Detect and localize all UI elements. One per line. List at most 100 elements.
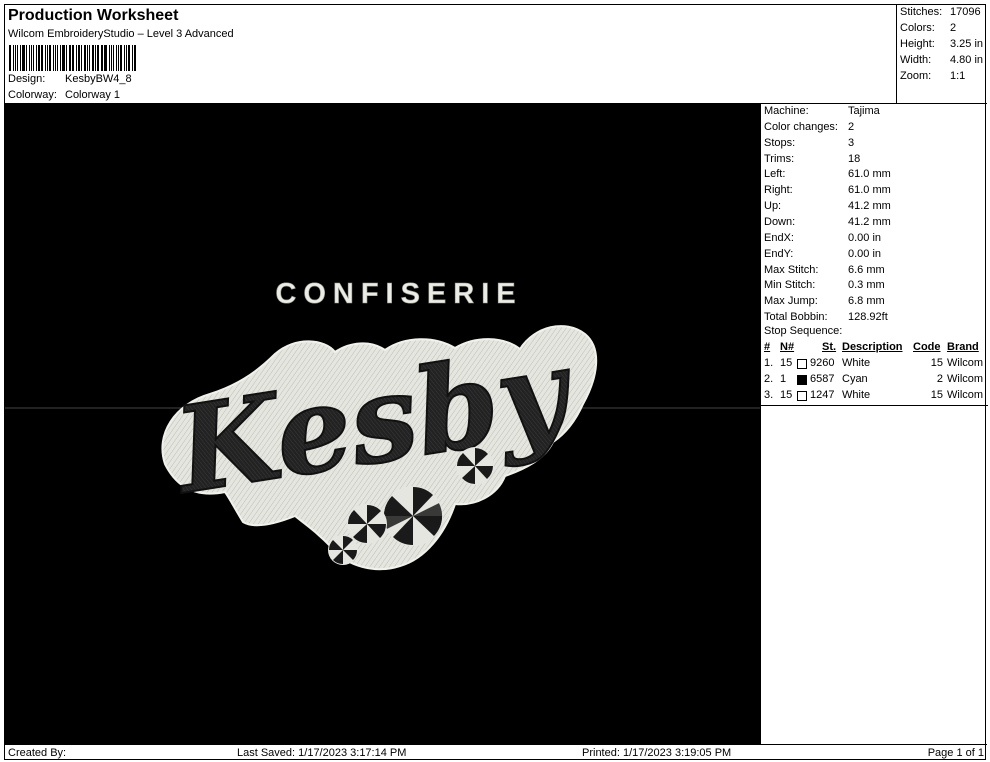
info-label: Max Jump: <box>764 295 818 308</box>
design-label: Design: <box>8 73 46 85</box>
info-value: 61.0 mm <box>848 184 891 197</box>
info-row: Max Stitch: 6.6 mm <box>764 264 885 276</box>
design-row: Design: KesbyBW4_8 <box>8 73 132 85</box>
barcode-bar <box>9 45 11 71</box>
info-row: Right: 61.0 mm <box>764 184 891 196</box>
col-header-st: St. <box>822 341 837 353</box>
info-label: Color changes: <box>764 120 838 133</box>
barcode-bar <box>108 45 110 71</box>
row-description: White <box>842 357 871 369</box>
stat-label: Zoom: <box>900 70 932 82</box>
info-row: Total Bobbin: 128.92ft <box>764 311 888 323</box>
row-needle: 15 <box>780 357 793 369</box>
barcode-bar <box>125 45 127 71</box>
info-label: Right: <box>764 184 793 197</box>
info-row: Color changes: 2 <box>764 121 854 133</box>
stop-sequence-row: 1. 15 9260 White 15 Wilcom <box>761 357 988 372</box>
last-saved: Last Saved: 1/17/2023 3:17:14 PM <box>237 747 407 759</box>
color-swatch <box>797 359 807 369</box>
info-row: EndX: 0.00 in <box>764 232 881 244</box>
side-panel: Machine: Tajima Color changes: 2 Stops: 3 Trim… <box>760 104 988 744</box>
design-canvas: CONFISERIE Kesby <box>5 104 760 744</box>
row-code: 2 <box>936 373 943 385</box>
stat-value: 1:1 <box>950 70 966 82</box>
info-label: Up: <box>764 200 782 213</box>
row-description: White <box>842 389 871 401</box>
barcode-bar <box>89 45 91 71</box>
info-value: 41.2 mm <box>848 200 891 213</box>
col-header-description: Description <box>842 341 903 353</box>
stop-sequence-title: Stop Sequence: <box>764 325 843 337</box>
barcode-bar <box>78 45 80 71</box>
barcode-bar <box>73 45 75 71</box>
barcode-bar <box>60 45 62 71</box>
created-by: Created By: <box>8 747 67 759</box>
barcode-bar <box>40 45 44 71</box>
barcode-bar <box>71 45 73 71</box>
info-label: Min Stitch: <box>764 279 816 292</box>
barcode-bar <box>132 45 134 71</box>
barcode-bar <box>94 45 96 71</box>
barcode-bar <box>22 45 25 71</box>
barcode-bar <box>38 45 40 71</box>
barcode-bar <box>36 45 37 71</box>
barcode-bar <box>25 45 27 71</box>
colorway-row: Colorway: Colorway 1 <box>8 89 120 101</box>
barcode-bar <box>28 45 30 71</box>
stat-stitches: Stitches: 17096 <box>900 6 981 18</box>
row-description: Cyan <box>842 373 868 385</box>
barcode-bar <box>76 45 78 71</box>
row-needle: 15 <box>780 389 793 401</box>
barcode-bar <box>123 45 125 71</box>
barcode-bar <box>49 45 51 71</box>
info-row: Stops: 3 <box>764 137 854 149</box>
barcode-bar <box>30 45 33 71</box>
row-needle: 1 <box>780 373 787 385</box>
barcode-bar <box>68 45 71 71</box>
page-number: Page 1 of 1 <box>927 747 984 759</box>
barcode-bar <box>56 45 59 71</box>
stop-sequence-header: # N# St. Description Code Brand <box>761 341 988 356</box>
barcode-bar <box>100 45 102 71</box>
info-value: 0.00 in <box>848 231 882 244</box>
barcode-bar <box>62 45 65 71</box>
row-stitches: 9260 <box>810 357 835 369</box>
stat-label: Stitches: <box>900 6 943 18</box>
stat-colors: Colors: 2 <box>900 22 956 34</box>
barcode <box>9 45 137 71</box>
colorway-label: Colorway: <box>8 89 57 101</box>
row-stitches: 1247 <box>810 389 835 401</box>
barcode-bar <box>33 45 35 71</box>
stop-sequence-row: 2. 1 6587 Cyan 2 Wilcom <box>761 373 988 388</box>
worksheet-footer: Created By: Last Saved: 1/17/2023 3:17:1… <box>5 744 987 761</box>
peppermint-candy-right <box>456 447 494 485</box>
barcode-bar <box>87 45 89 71</box>
confiserie-text: CONFISERIE <box>275 278 522 310</box>
info-value: 6.8 mm <box>848 295 885 308</box>
info-row: Max Jump: 6.8 mm <box>764 295 885 307</box>
info-value: 18 <box>848 152 861 165</box>
page-title: Production Worksheet <box>8 7 179 24</box>
col-header-code: Code <box>913 341 941 353</box>
barcode-bar <box>120 45 122 71</box>
design-value: KesbyBW4_8 <box>65 73 132 85</box>
info-value: 3 <box>848 136 855 149</box>
barcode-bar <box>104 45 107 71</box>
barcode-bar <box>92 45 94 71</box>
barcode-bar <box>80 45 82 71</box>
barcode-bar <box>96 45 99 71</box>
barcode-bar <box>16 45 19 71</box>
stat-height: Height: 3.25 in <box>900 38 983 50</box>
info-label: Trims: <box>764 152 795 165</box>
divider <box>761 405 988 406</box>
stat-value: 3.25 in <box>950 38 984 50</box>
info-row: Trims: 18 <box>764 153 860 165</box>
col-header-brand: Brand <box>947 341 979 353</box>
barcode-bar <box>127 45 131 71</box>
stat-width: Width: 4.80 in <box>900 54 983 66</box>
row-stitches: 6587 <box>810 373 835 385</box>
embroidery-design: CONFISERIE Kesby <box>5 278 760 571</box>
info-value: 2 <box>848 120 855 133</box>
info-label: Stops: <box>764 136 796 149</box>
info-row: Left: 61.0 mm <box>764 168 891 180</box>
